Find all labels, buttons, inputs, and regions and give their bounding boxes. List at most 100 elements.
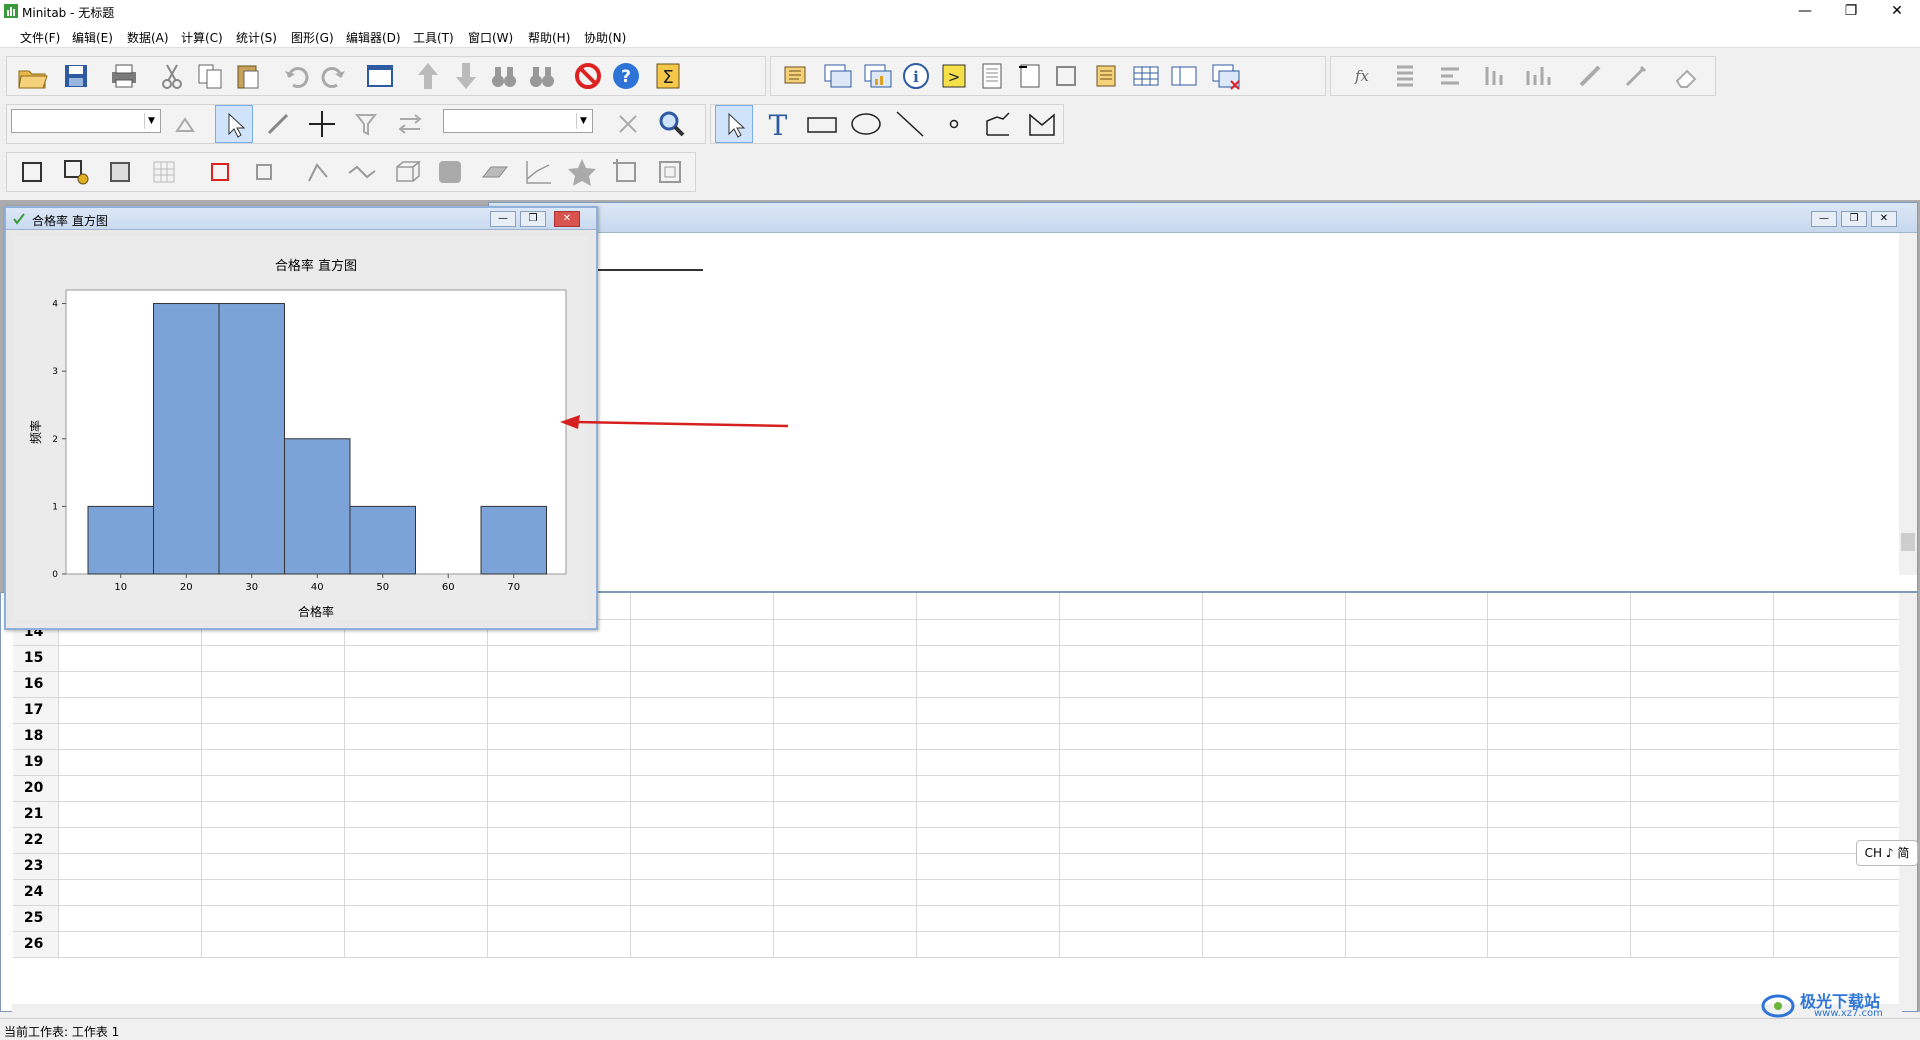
worksheet-grid[interactable]: 1324246714151617181920212223242526 — [13, 593, 1917, 958]
table-cell[interactable] — [1345, 879, 1489, 906]
table-cell[interactable] — [58, 645, 203, 672]
table-cell[interactable] — [916, 775, 1060, 802]
insert-col-button[interactable] — [1387, 57, 1425, 95]
table-cell[interactable] — [773, 827, 917, 854]
table-cell[interactable] — [1202, 619, 1346, 646]
table-cell[interactable] — [201, 801, 346, 828]
table-cell[interactable] — [344, 671, 489, 698]
table-cell[interactable] — [1202, 931, 1346, 958]
table-cell[interactable] — [773, 879, 917, 906]
menu-file[interactable]: 文件(F) — [20, 29, 60, 46]
table-cell[interactable] — [58, 749, 203, 776]
table-cell[interactable] — [1345, 775, 1489, 802]
pen-button[interactable] — [1617, 57, 1655, 95]
table-cell[interactable] — [1487, 723, 1632, 750]
table-cell[interactable] — [1202, 593, 1346, 620]
worksheet-button[interactable] — [819, 57, 857, 95]
menu-edit[interactable]: 编辑(E) — [72, 29, 113, 46]
table-cell[interactable] — [916, 593, 1060, 620]
draw-select-button[interactable] — [715, 105, 753, 143]
table-cell[interactable] — [630, 905, 775, 932]
table-cell[interactable] — [1773, 593, 1917, 620]
table-cell[interactable] — [916, 671, 1060, 698]
close-button[interactable]: ✕ — [1874, 0, 1920, 24]
session-close-button[interactable]: ✕ — [1871, 211, 1897, 227]
row-number[interactable]: 21 — [13, 801, 60, 828]
table-cell[interactable] — [916, 853, 1060, 880]
table-cell[interactable] — [916, 723, 1060, 750]
table-cell[interactable] — [1630, 827, 1775, 854]
panel-button[interactable] — [1165, 57, 1203, 95]
table-cell[interactable] — [1345, 853, 1489, 880]
table-cell[interactable] — [1059, 619, 1203, 646]
line-tool-button[interactable] — [891, 105, 929, 143]
table-cell[interactable] — [1630, 775, 1775, 802]
table-button[interactable] — [1127, 57, 1165, 95]
table-cell[interactable] — [1487, 749, 1632, 776]
region-button[interactable] — [13, 153, 51, 191]
table-cell[interactable] — [344, 905, 489, 932]
table-cell[interactable] — [630, 723, 775, 750]
table-cell[interactable] — [1487, 593, 1632, 620]
table-cell[interactable] — [1202, 801, 1346, 828]
table-cell[interactable] — [1487, 801, 1632, 828]
table-cell[interactable] — [1202, 879, 1346, 906]
row-number[interactable]: 23 — [13, 853, 60, 880]
table-cell[interactable] — [630, 801, 775, 828]
table-cell[interactable] — [1630, 723, 1775, 750]
table-cell[interactable] — [1487, 879, 1632, 906]
table-cell[interactable] — [344, 645, 489, 672]
table-cell[interactable] — [916, 879, 1060, 906]
brush-data-button[interactable] — [299, 153, 337, 191]
histogram-bar[interactable] — [87, 505, 154, 575]
table-cell[interactable] — [773, 801, 917, 828]
menu-data[interactable]: 数据(A) — [127, 29, 169, 46]
select-tool-button[interactable] — [215, 105, 253, 143]
table-cell[interactable] — [916, 801, 1060, 828]
table-cell[interactable] — [916, 697, 1060, 724]
table-cell[interactable] — [201, 931, 346, 958]
close-graphs-button[interactable] — [1207, 57, 1245, 95]
table-cell[interactable] — [1630, 697, 1775, 724]
marker-tool-button[interactable] — [935, 105, 973, 143]
table-cell[interactable] — [916, 749, 1060, 776]
table-cell[interactable] — [1059, 697, 1203, 724]
table-cell[interactable] — [630, 619, 775, 646]
table-cell[interactable] — [1773, 905, 1917, 932]
table-cell[interactable] — [916, 905, 1060, 932]
histogram-bar[interactable] — [284, 438, 351, 575]
table-cell[interactable] — [58, 697, 203, 724]
table-cell[interactable] — [1345, 645, 1489, 672]
surface-button[interactable] — [475, 153, 513, 191]
find-next-button[interactable] — [523, 57, 561, 95]
table-cell[interactable] — [1202, 645, 1346, 672]
table-cell[interactable] — [487, 879, 632, 906]
table-cell[interactable] — [1202, 905, 1346, 932]
table-cell[interactable] — [344, 879, 489, 906]
table-cell[interactable] — [201, 671, 346, 698]
table-cell[interactable] — [1059, 931, 1203, 958]
graph-minimize-button[interactable]: — — [490, 211, 516, 227]
histogram-bar[interactable] — [349, 505, 416, 575]
table-cell[interactable] — [1773, 879, 1917, 906]
table-cell[interactable] — [773, 723, 917, 750]
polygon-tool-button[interactable] — [1023, 105, 1061, 143]
text-tool-button[interactable]: T — [759, 105, 797, 143]
table-cell[interactable] — [916, 645, 1060, 672]
table-cell[interactable] — [630, 645, 775, 672]
region-options-button[interactable] — [57, 153, 95, 191]
table-cell[interactable] — [1487, 775, 1632, 802]
table-cell[interactable] — [1630, 645, 1775, 672]
table-cell[interactable] — [487, 931, 632, 958]
table-cell[interactable] — [487, 905, 632, 932]
table-cell[interactable] — [1059, 879, 1203, 906]
table-cell[interactable] — [201, 775, 346, 802]
table-cell[interactable] — [201, 723, 346, 750]
table-cell[interactable] — [1773, 619, 1917, 646]
table-cell[interactable] — [1773, 671, 1917, 698]
cancel-button[interactable] — [569, 57, 607, 95]
menu-tools[interactable]: 工具(T) — [413, 29, 454, 46]
table-cell[interactable] — [1630, 853, 1775, 880]
table-cell[interactable] — [773, 853, 917, 880]
table-cell[interactable] — [916, 931, 1060, 958]
